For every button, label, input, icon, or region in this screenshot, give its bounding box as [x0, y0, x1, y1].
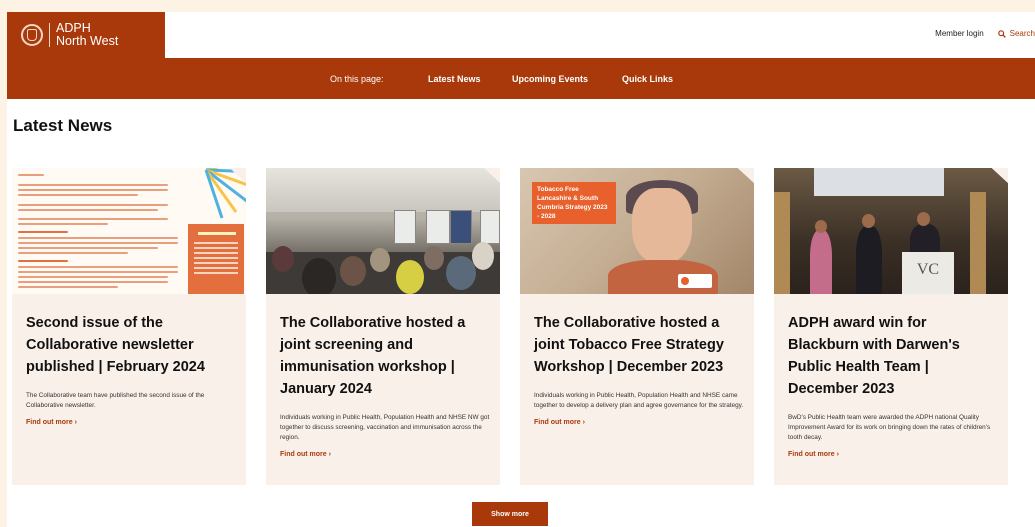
- logo-divider: [49, 23, 50, 47]
- strategy-tag: Tobacco Free Lancashire & South Cumbria …: [532, 182, 616, 224]
- card-description: Individuals working in Public Health, Po…: [280, 414, 490, 441]
- site-logo[interactable]: ADPH North West: [7, 12, 165, 58]
- member-login-link[interactable]: Member login: [935, 29, 983, 38]
- nav-link-upcoming-events[interactable]: Upcoming Events: [512, 74, 588, 84]
- sunburst-graphic: [204, 168, 246, 219]
- welcome-box: [188, 224, 244, 294]
- card-description: The Collaborative team have published th…: [26, 392, 205, 409]
- card-body: Second issue of the Collaborative newsle…: [26, 312, 238, 426]
- card-description: BwD's Public Health team were awarded th…: [788, 414, 991, 441]
- search-label: Search: [1009, 29, 1035, 38]
- header-actions: Member login Search: [935, 29, 1035, 38]
- news-card-screening-workshop[interactable]: The Collaborative hosted a joint screeni…: [266, 168, 500, 485]
- crest-icon: [21, 24, 43, 46]
- award-photo: VC: [774, 168, 1008, 294]
- site-header: ADPH North West Member login Search: [7, 12, 1035, 58]
- partner-logo: [678, 274, 712, 288]
- card-body: The Collaborative hosted a joint Tobacco…: [534, 312, 746, 426]
- news-card-award-win[interactable]: VC ADPH award win for Blackburn with Dar…: [774, 168, 1008, 485]
- tobacco-strategy-image: Tobacco Free Lancashire & South Cumbria …: [520, 168, 754, 294]
- on-this-page-label: On this page:: [330, 73, 384, 84]
- card-title[interactable]: Second issue of the Collaborative newsle…: [26, 312, 238, 378]
- news-card-tobacco-workshop[interactable]: Tobacco Free Lancashire & South Cumbria …: [520, 168, 754, 485]
- newsletter-thumbnail: [12, 168, 246, 294]
- logo-text: ADPH North West: [56, 22, 118, 48]
- news-card-newsletter[interactable]: Second issue of the Collaborative newsle…: [12, 168, 246, 485]
- lectern-logo: VC: [902, 252, 954, 294]
- find-out-more-link[interactable]: Find out more ›: [26, 419, 238, 426]
- nav-link-quick-links[interactable]: Quick Links: [622, 74, 673, 84]
- find-out-more-link[interactable]: Find out more ›: [534, 419, 746, 426]
- find-out-more-link[interactable]: Find out more ›: [280, 451, 492, 458]
- card-title[interactable]: ADPH award win for Blackburn with Darwen…: [788, 312, 1000, 400]
- search-icon: [997, 29, 1006, 38]
- card-title[interactable]: The Collaborative hosted a joint Tobacco…: [534, 312, 746, 378]
- card-body: ADPH award win for Blackburn with Darwen…: [788, 312, 1000, 458]
- search-button[interactable]: Search: [997, 29, 1035, 38]
- nav-link-latest-news[interactable]: Latest News: [428, 74, 481, 84]
- card-description: Individuals working in Public Health, Po…: [534, 392, 744, 409]
- section-title: Latest News: [13, 116, 113, 135]
- page-nav: On this page: Latest News Upcoming Event…: [7, 58, 1035, 99]
- card-title[interactable]: The Collaborative hosted a joint screeni…: [280, 312, 492, 400]
- workshop-photo: [266, 168, 500, 294]
- card-body: The Collaborative hosted a joint screeni…: [280, 312, 492, 458]
- show-more-button[interactable]: Show more: [472, 502, 548, 526]
- find-out-more-link[interactable]: Find out more ›: [788, 451, 1000, 458]
- logo-line-2: North West: [56, 34, 119, 48]
- page: ADPH North West Member login Search On t…: [0, 0, 1035, 527]
